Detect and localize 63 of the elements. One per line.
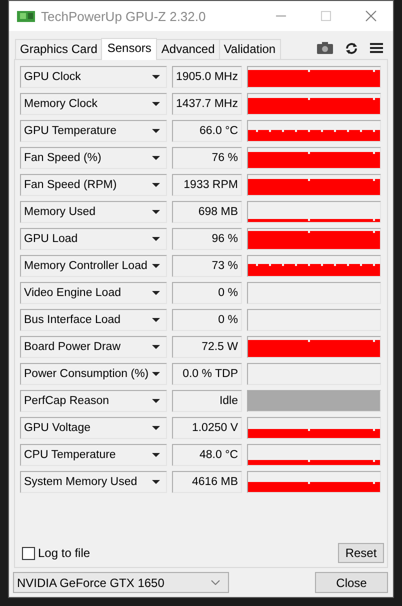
graphics-card-icon [17, 10, 35, 22]
dropdown-arrow-icon [152, 372, 160, 376]
sensor-dropdown[interactable]: Bus Interface Load [20, 309, 167, 331]
checkbox[interactable] [22, 546, 35, 560]
sensor-value: 1437.7 MHz [172, 93, 242, 115]
sensor-value: 1.0250 V [172, 417, 242, 439]
sensor-value: 1905.0 MHz [172, 66, 242, 88]
chevron-icon [211, 580, 220, 585]
sensor-value: Idle [172, 390, 242, 412]
sensor-value: 96 % [172, 228, 242, 250]
sensor-dropdown[interactable]: Fan Speed (RPM) [20, 174, 167, 196]
dropdown-arrow-icon [152, 453, 160, 457]
close-button[interactable]: Close [315, 572, 388, 593]
dropdown-arrow-icon [152, 345, 160, 349]
sensor-value: 698 MB [172, 201, 242, 223]
dropdown-arrow-icon [152, 291, 160, 295]
sensor-dropdown[interactable]: GPU Clock [20, 66, 167, 88]
sensor-dropdown[interactable]: Memory Used [20, 201, 167, 223]
dropdown-arrow-icon [152, 426, 160, 430]
sensor-dropdown[interactable]: PerfCap Reason [20, 390, 167, 412]
window-title: TechPowerUp GPU-Z 2.32.0 [41, 8, 207, 24]
dropdown-arrow-icon [152, 237, 160, 241]
reset-button[interactable]: Reset [338, 543, 384, 563]
dropdown-arrow-icon [152, 129, 160, 133]
dropdown-arrow-icon [152, 156, 160, 160]
sensor-value: 73 % [172, 255, 242, 277]
dropdown-arrow-icon [152, 399, 160, 403]
sensor-value: 76 % [172, 147, 242, 169]
dropdown-arrow-icon [152, 102, 160, 106]
dropdown-arrow-icon [152, 264, 160, 268]
sensor-dropdown[interactable]: GPU Voltage [20, 417, 167, 439]
menu-icon[interactable] [370, 42, 383, 54]
sensor-value: 0 % [172, 309, 242, 331]
close-icon[interactable] [365, 10, 377, 22]
tab[interactable]: Validation [218, 39, 281, 59]
dropdown-arrow-icon [152, 210, 160, 214]
sensor-value: 72.5 W [172, 336, 242, 358]
sensor-dropdown[interactable]: Memory Clock [20, 93, 167, 115]
dropdown-arrow-icon [152, 183, 160, 187]
dropdown-arrow-icon [152, 318, 160, 322]
sensor-value: 0 % [172, 282, 242, 304]
sensor-dropdown[interactable]: System Memory Used [20, 471, 167, 493]
sensor-dropdown[interactable]: Board Power Draw [20, 336, 167, 358]
dropdown-arrow-icon [152, 480, 160, 484]
sensor-dropdown[interactable]: Power Consumption (%) [20, 363, 167, 385]
sensor-dropdown[interactable]: Memory Controller Load [20, 255, 167, 277]
sensor-value: 66.0 °C [172, 120, 242, 142]
sensor-dropdown[interactable]: GPU Load [20, 228, 167, 250]
sensor-value: 4616 MB [172, 471, 242, 493]
sensor-dropdown[interactable]: Fan Speed (%) [20, 147, 167, 169]
sensor-dropdown[interactable]: GPU Temperature [20, 120, 167, 142]
tab[interactable]: Sensors [101, 38, 158, 60]
refresh-icon[interactable] [345, 42, 358, 54]
sensor-value: 1933 RPM [172, 174, 242, 196]
sensor-dropdown[interactable]: Video Engine Load [20, 282, 167, 304]
sensor-value: 48.0 °C [172, 444, 242, 466]
sensor-dropdown[interactable]: CPU Temperature [20, 444, 167, 466]
tab[interactable]: Graphics Card [15, 39, 102, 59]
camera-icon[interactable] [317, 42, 333, 54]
sensor-value: 0.0 % TDP [172, 363, 242, 385]
dropdown-arrow-icon [152, 75, 160, 79]
gpu-dropdown[interactable]: NVIDIA GeForce GTX 1650 [13, 572, 229, 593]
checkbox-label: Log to file [38, 546, 90, 560]
